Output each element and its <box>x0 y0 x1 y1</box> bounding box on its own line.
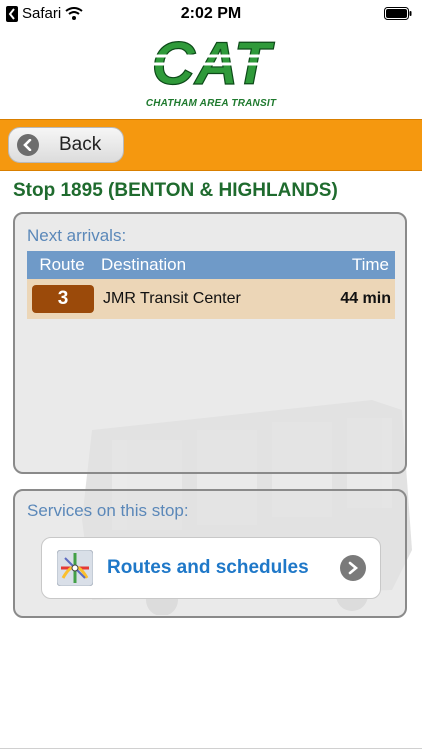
column-header-destination: Destination <box>101 255 187 274</box>
back-button-label: Back <box>59 134 102 155</box>
stop-title: Stop 1895 (BENTON & HIGHLANDS) <box>13 180 338 201</box>
route-map-icon <box>57 550 93 586</box>
back-circle-icon <box>17 134 39 156</box>
routes-button-label: Routes and schedules <box>107 557 309 578</box>
status-time: 2:02 PM <box>180 5 242 22</box>
column-header-time: Time <box>351 255 389 274</box>
status-bar: Safari 2:02 PM <box>0 0 422 28</box>
table-row[interactable]: 3 JMR Transit Center 44 min <box>27 279 395 319</box>
arrivals-table: Route Destination Time 3 JMR Transit Cen… <box>27 251 395 319</box>
services-panel: Services on this stop: Routes and schedu… <box>13 489 407 618</box>
routes-and-schedules-button[interactable]: Routes and schedules <box>41 537 381 599</box>
column-header-route: Route <box>39 255 85 274</box>
chevron-right-icon <box>340 555 366 581</box>
battery-icon <box>384 7 412 20</box>
cat-logo-word: CAT <box>146 32 278 94</box>
back-button[interactable]: Back <box>8 127 124 163</box>
logo-subtitle: CHATHAM AREA TRANSIT <box>145 98 277 109</box>
route-badge: 3 <box>32 285 94 313</box>
services-heading: Services on this stop: <box>27 501 189 520</box>
arrivals-heading: Next arrivals: <box>27 226 127 245</box>
table-header-row: Route Destination Time <box>27 251 395 279</box>
cat-logo: CAT CHATHAM AREA TRANSIT <box>138 32 284 112</box>
bottom-divider <box>0 748 422 749</box>
row-destination: JMR Transit Center <box>103 290 241 307</box>
arrivals-panel: Next arrivals: Route Destination Time 3 … <box>13 212 407 474</box>
nav-bar: Back <box>0 119 422 171</box>
row-time: 44 min <box>340 290 391 307</box>
